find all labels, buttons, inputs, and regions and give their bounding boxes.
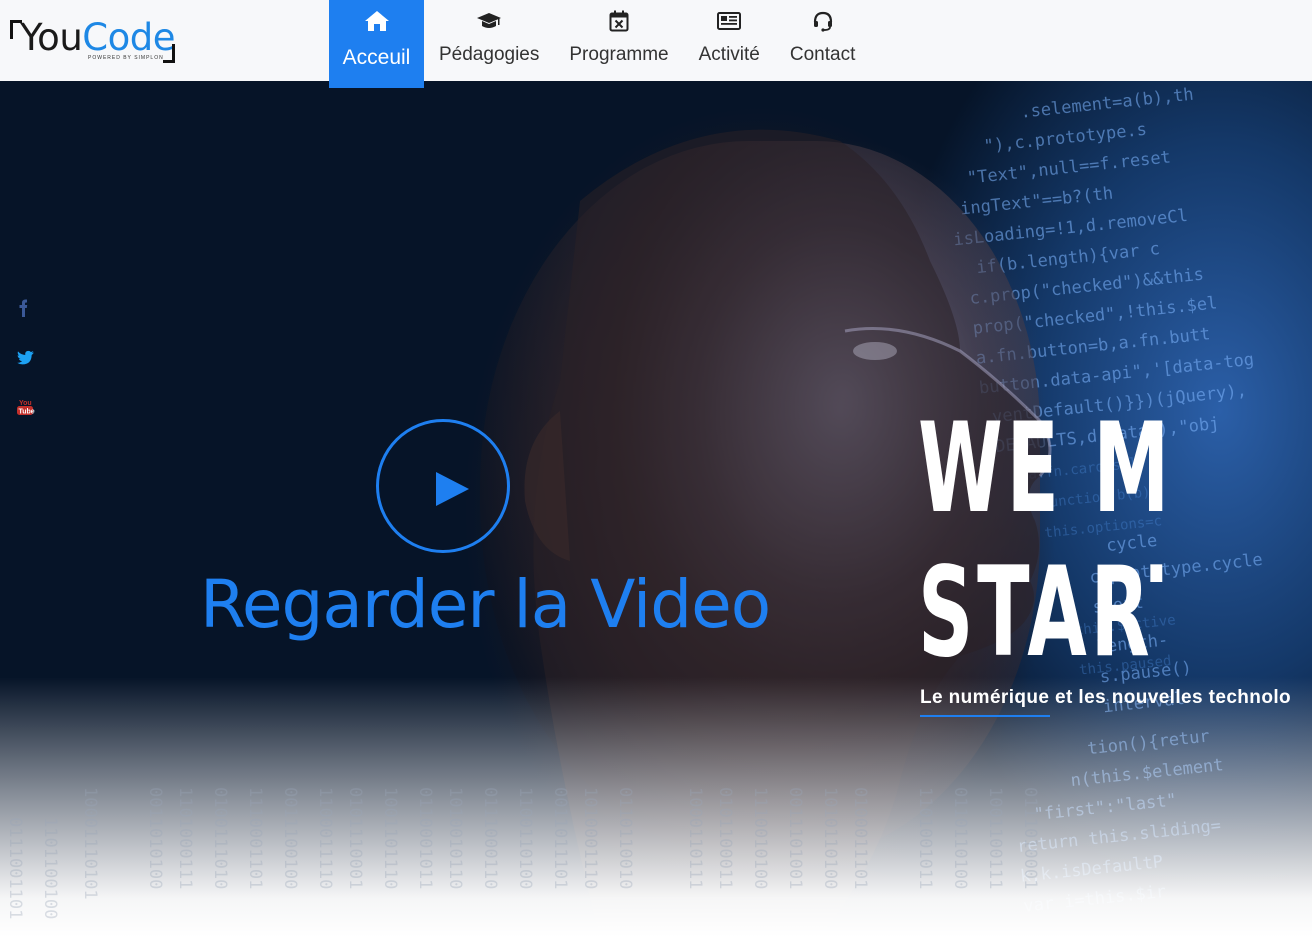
svg-text:0111010001: 0111010001 [1020,787,1040,889]
hero-banner: .selement=a(b),th "),c.prototype.s "Text… [0,81,1312,937]
svg-text:1101100100: 1101100100 [40,817,60,919]
twitter-icon[interactable] [12,345,38,371]
svg-text:1001100111: 1001100111 [985,787,1005,889]
top-navbar: YouCode POWERED BY SIMPLON Acceuil Pédag… [0,0,1312,88]
svg-text:0100011101: 0100011101 [850,787,870,889]
svg-text:1101000111: 1101000111 [175,787,195,889]
svg-text:10001110101: 10001110101 [80,787,100,900]
svg-text:0011101001: 0011101001 [785,787,805,889]
svg-text:0110001011: 0110001011 [415,787,435,889]
svg-text:0101110001: 0101110001 [345,787,365,889]
facebook-icon[interactable] [12,295,38,321]
nav-label-programme: Programme [569,44,669,65]
svg-text:0110110100: 0110110100 [950,787,970,889]
home-icon [364,9,390,33]
nav-label-activite: Activité [698,44,760,65]
play-video-button[interactable] [376,419,510,553]
headline-line-1: WE MAKE [918,397,1162,541]
logo-tagline: POWERED BY SIMPLON [88,55,164,61]
graduation-cap-icon [476,9,502,33]
nav-label-contact: Contact [789,44,856,65]
newspaper-icon [717,9,742,33]
svg-text:1010010110: 1010010110 [445,787,465,889]
svg-text:1110010100: 1110010100 [750,787,770,889]
nav-item-programme[interactable]: Programme [554,0,683,81]
youtube-icon[interactable]: You Tube [12,395,38,421]
nav-item-contact[interactable]: Contact [775,0,870,81]
svg-text:1000110111: 1000110111 [685,787,705,889]
headset-icon [812,9,834,33]
nav-item-pedagogies[interactable]: Pédagogies [424,0,554,81]
svg-text:0110110010: 0110110010 [615,787,635,889]
svg-text:0111000110: 0111000110 [480,787,500,889]
main-nav: Acceuil Pédagogies Programme Activité Co… [329,0,870,88]
svg-text:0111001101: 0111001101 [5,817,25,919]
svg-text:1100110100: 1100110100 [515,787,535,889]
svg-text:1010001110: 1010001110 [580,787,600,889]
logo-wordmark: YouCode [20,16,176,60]
svg-text:1001101110: 1001101110 [380,787,400,889]
nav-label-pedagogies: Pédagogies [439,44,540,65]
svg-text:0101100011: 0101100011 [715,787,735,889]
svg-text:0011011101: 0011011101 [550,787,570,889]
svg-text:0100111010: 0100111010 [210,787,230,889]
headline-line-2: STARTUP [918,541,1162,685]
binary-background: 0111001101 1101100100 10001110101 001101… [5,787,1040,919]
logo-you: You [20,16,83,59]
watch-video-link[interactable]: Regarder la Video [200,565,771,645]
svg-text:0011100100: 0011100100 [280,787,300,889]
nav-item-acceuil[interactable]: Acceuil [329,0,424,88]
svg-text:Tube: Tube [19,408,35,415]
tagline-underline [920,715,1050,717]
play-icon [436,472,469,506]
nav-label-acceuil: Acceuil [342,46,411,69]
svg-text:0011010100: 0011010100 [145,787,165,889]
hero-tagline: Le numérique et les nouvelles technolo [920,687,1292,708]
hero-headline: WE MAKE STARTUP [918,397,1162,685]
svg-text:1010110100: 1010110100 [820,787,840,889]
nav-item-activite[interactable]: Activité [684,0,775,81]
logo-bracket-bottom-right [163,44,175,63]
svg-text:1100011110: 1100011110 [315,787,335,889]
calendar-x-icon [609,9,629,33]
logo-code: Code [82,16,176,59]
youcode-logo[interactable]: YouCode POWERED BY SIMPLON [8,14,178,66]
svg-text:1101001011: 1101001011 [915,787,935,889]
svg-text:You: You [19,400,32,407]
social-links: You Tube [12,295,38,445]
svg-text:1110001101: 1110001101 [245,787,265,889]
